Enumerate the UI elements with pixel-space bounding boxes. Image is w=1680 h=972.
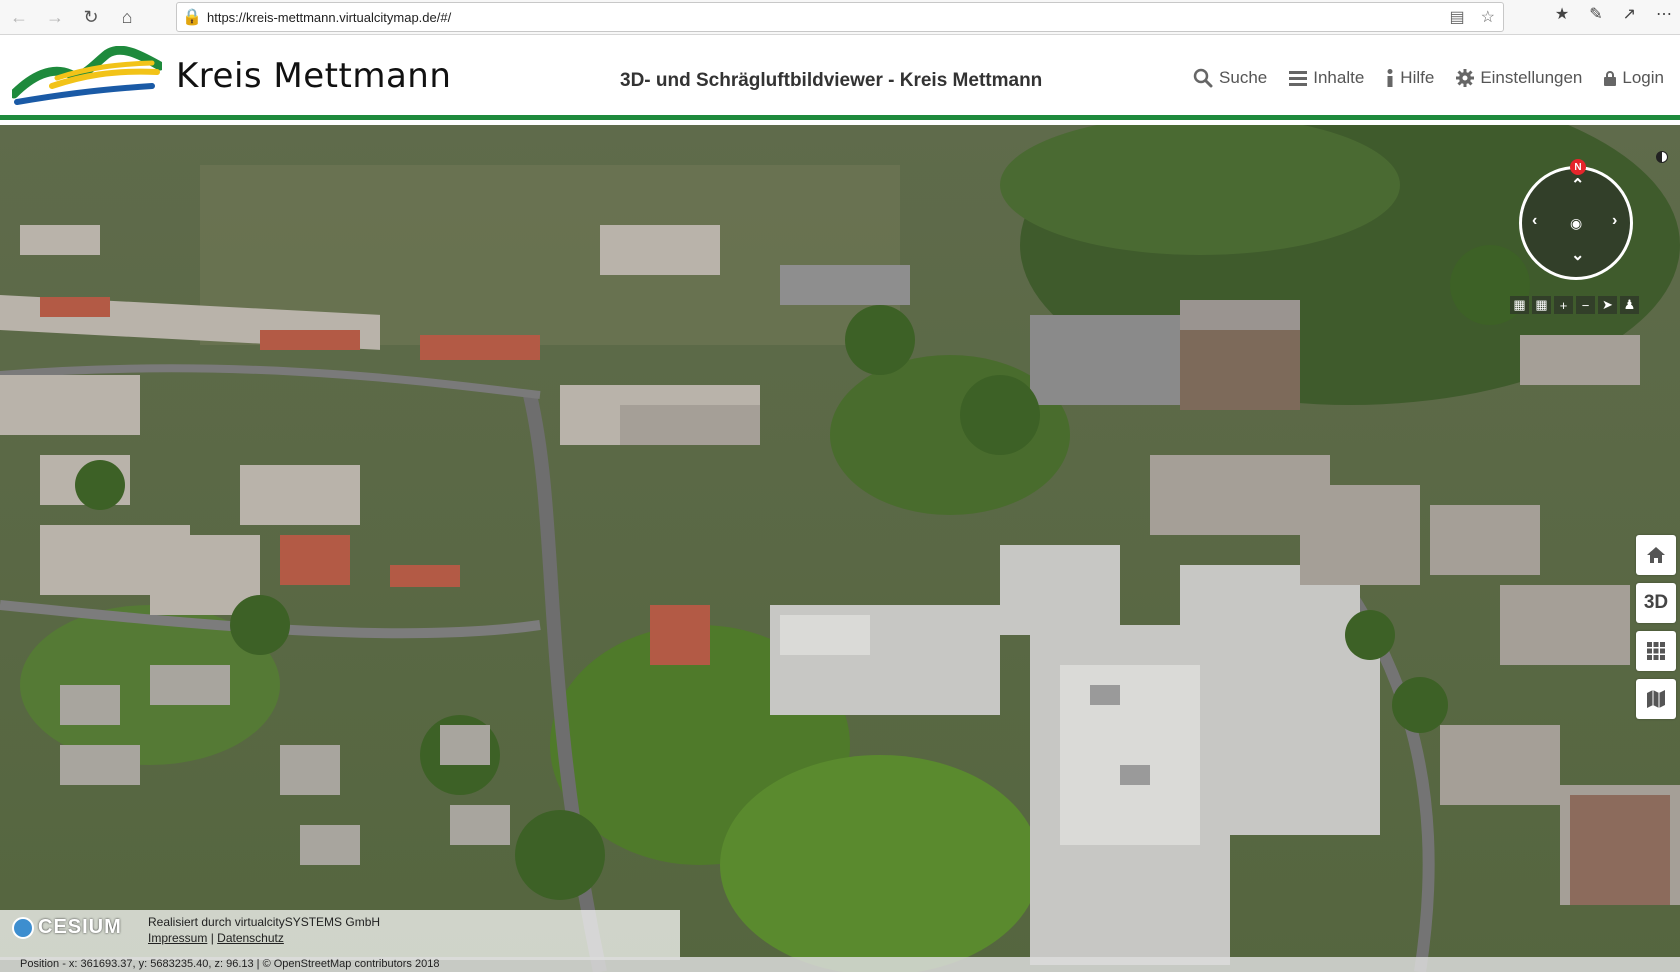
- search-icon: [1193, 68, 1213, 88]
- credit-text: Realisiert durch virtualcitySYSTEMS GmbH…: [148, 915, 380, 945]
- hamburger-icon: [1289, 71, 1308, 86]
- refresh-icon[interactable]: ↻: [74, 0, 108, 34]
- page-title: 3D- und Schrägluftbildviewer - Kreis Met…: [620, 70, 1043, 91]
- address-bar[interactable]: 🔒 https://kreis-mettmann.virtualcitymap.…: [176, 2, 1504, 32]
- back-icon[interactable]: ←: [2, 0, 36, 34]
- app-header: Kreis Mettmann 3D- und Schrägluftbildvie…: [0, 36, 1680, 120]
- tilt-down-icon[interactable]: ⌄: [1571, 245, 1584, 265]
- pedestrian-icon[interactable]: ♟: [1620, 296, 1639, 314]
- north-indicator[interactable]: N: [1570, 159, 1586, 175]
- navigation-compass[interactable]: N ⌃ ⌄ ‹ › ◉: [1519, 159, 1633, 280]
- share-icon[interactable]: ↗: [1623, 4, 1636, 24]
- grid-icon[interactable]: ▦: [1532, 296, 1551, 314]
- 2d-map-button[interactable]: [1636, 679, 1676, 719]
- view-mode-buttons: 3D: [1636, 535, 1676, 719]
- home-view-button[interactable]: [1636, 535, 1676, 575]
- menu-settings[interactable]: Einstellungen: [1456, 68, 1582, 88]
- datenschutz-link[interactable]: Datenschutz: [217, 931, 284, 945]
- attribution-panel: CESIUM Realisiert durch virtualcitySYSTE…: [0, 910, 680, 960]
- menu-help-label: Hilfe: [1400, 68, 1435, 87]
- position-status: Position - x: 361693.37, y: 5683235.40, …: [0, 957, 1680, 972]
- aerial-city-scene: [0, 125, 1680, 972]
- info-icon: [1387, 69, 1393, 87]
- home-icon: [1647, 547, 1665, 563]
- menu-contents-label: Inhalte: [1313, 68, 1365, 87]
- menu-login[interactable]: Login: [1604, 68, 1664, 88]
- eye-icon[interactable]: ◉: [1570, 215, 1582, 232]
- home-icon[interactable]: ⌂: [110, 0, 144, 34]
- oblique-view-icon[interactable]: ▦: [1510, 296, 1529, 314]
- favorites-icon[interactable]: ★: [1555, 4, 1569, 24]
- kreis-mettmann-logo-icon: [12, 46, 162, 105]
- lock-icon: 🔒: [182, 9, 202, 26]
- cesium-logo-label: CESIUM: [38, 916, 122, 938]
- browser-toolbar: ← → ↻ ⌂ 🔒 https://kreis-mettmann.virtual…: [0, 0, 1680, 35]
- menu-help[interactable]: Hilfe: [1386, 68, 1434, 88]
- logo-text: Kreis Mettmann: [176, 56, 452, 96]
- menu-search-label: Suche: [1219, 68, 1268, 87]
- cesium-logo-icon: [12, 916, 34, 939]
- menu-contents[interactable]: Inhalte: [1289, 68, 1364, 88]
- rotate-left-icon[interactable]: ‹: [1532, 212, 1537, 230]
- pen-icon[interactable]: ✎: [1589, 4, 1602, 24]
- contrast-toggle-icon[interactable]: [1656, 151, 1668, 163]
- map-viewport[interactable]: [0, 125, 1680, 972]
- credit-line: Realisiert durch virtualcitySYSTEMS GmbH: [148, 915, 381, 929]
- link-separator: |: [210, 931, 214, 945]
- locate-icon[interactable]: ➤: [1598, 296, 1617, 314]
- oblique-mode-button[interactable]: [1636, 631, 1676, 671]
- favorite-star-icon[interactable]: ☆: [1481, 7, 1495, 27]
- navigation-toolbar: ▦ ▦ + − ➤ ♟: [1510, 296, 1639, 314]
- grid-icon: [1647, 642, 1665, 660]
- map-icon: [1647, 690, 1665, 708]
- rotate-right-icon[interactable]: ›: [1612, 212, 1617, 230]
- gear-icon: [1456, 69, 1475, 87]
- menu-search[interactable]: Suche: [1193, 68, 1267, 88]
- reading-view-icon[interactable]: ▤: [1450, 7, 1465, 27]
- mode-3d-button[interactable]: 3D: [1636, 583, 1676, 623]
- zoom-in-icon[interactable]: +: [1554, 296, 1573, 314]
- impressum-link[interactable]: Impressum: [148, 931, 207, 945]
- zoom-out-icon[interactable]: −: [1576, 296, 1595, 314]
- url-text: https://kreis-mettmann.virtualcitymap.de…: [207, 9, 452, 25]
- cesium-logo[interactable]: CESIUM: [12, 916, 122, 939]
- logo[interactable]: Kreis Mettmann: [12, 46, 451, 106]
- menu-login-label: Login: [1622, 68, 1664, 87]
- tilt-up-icon[interactable]: ⌃: [1571, 175, 1584, 195]
- menu-settings-label: Einstellungen: [1480, 68, 1583, 87]
- more-icon[interactable]: ⋯: [1656, 4, 1672, 24]
- main-menu: Suche Inhalte Hilfe Einstellungen Login: [1193, 68, 1664, 88]
- forward-icon[interactable]: →: [38, 0, 72, 34]
- lock-icon: [1604, 70, 1617, 86]
